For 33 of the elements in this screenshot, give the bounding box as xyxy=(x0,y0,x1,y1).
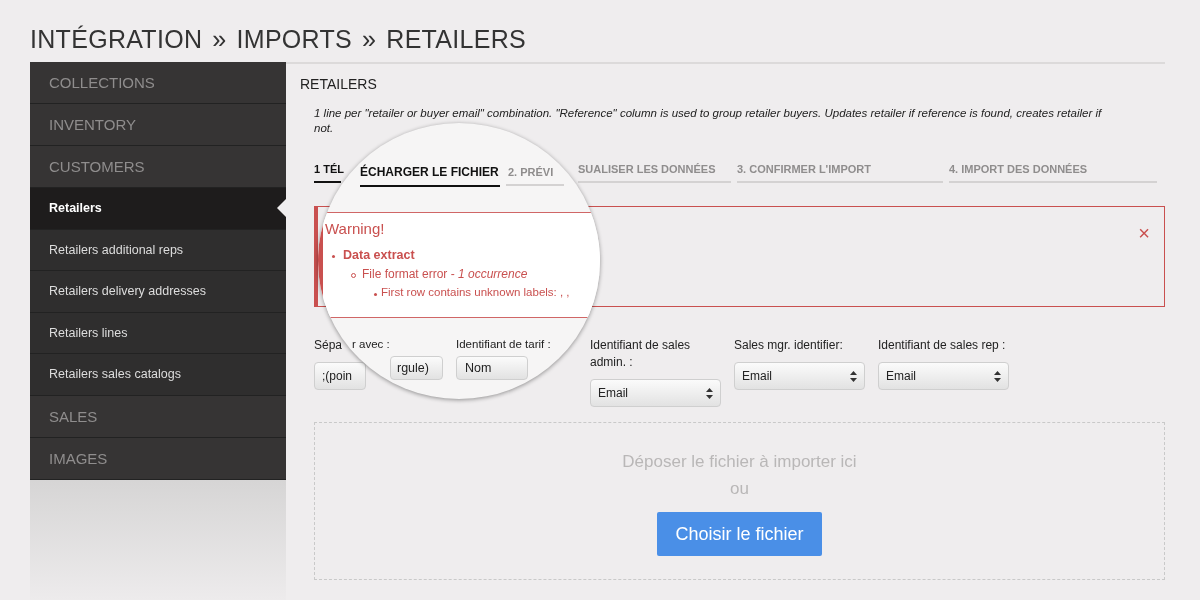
breadcrumb-item[interactable]: INTÉGRATION xyxy=(30,24,203,54)
breadcrumb-separator: » xyxy=(362,24,377,54)
select-field[interactable]: Email xyxy=(878,362,1009,390)
breadcrumb-item[interactable]: RETAILERS xyxy=(386,24,527,54)
description-text: 1 line per "retailer or buyer email" combination. "Reference" column is used to group retailer buyers. Updates retailer if reference is found, creates retailer if not. xyxy=(314,106,1103,136)
select-field[interactable]: ;(poin xyxy=(314,362,366,390)
up-down-arrows-icon xyxy=(850,370,857,382)
breadcrumb-separator: » xyxy=(212,24,227,54)
select-field[interactable]: Email xyxy=(590,379,721,407)
section-title: RETAILERS xyxy=(300,76,378,92)
warning-item: First row contains unknown labels: , , xyxy=(381,286,570,298)
warning-item: Data extract xyxy=(343,248,415,262)
sidebar-item[interactable]: Retailers delivery addresses xyxy=(30,271,286,313)
field-label: r avec : xyxy=(352,338,390,350)
breadcrumb-item[interactable]: IMPORTS xyxy=(236,24,353,54)
field-label: Sépa xyxy=(314,337,343,354)
warning-title: Warning! xyxy=(325,220,385,237)
select-field[interactable]: Nom xyxy=(456,356,528,380)
sidebar-item[interactable]: Retailers xyxy=(30,188,286,230)
field-label: Identifiant de sales admin. : xyxy=(590,337,692,371)
close-button[interactable]: × xyxy=(1138,223,1150,243)
field-label: Identifiant de sales rep : xyxy=(878,337,1006,354)
select-field[interactable]: Email xyxy=(734,362,865,390)
up-down-arrows-icon xyxy=(706,387,713,399)
field-label: Identifiant de tarif : xyxy=(456,338,551,350)
step-tab[interactable]: ÉCHARGER LE FICHIER xyxy=(360,165,500,187)
sidebar-item[interactable]: Retailers sales catalogs xyxy=(30,354,286,396)
sidebar-item[interactable]: Retailers lines xyxy=(30,312,286,354)
field-label: Sales mgr. identifier: xyxy=(734,337,843,354)
warning-item: File format error - 1 occurrence xyxy=(362,267,528,281)
up-down-arrows-icon xyxy=(994,370,1001,382)
select-field[interactable]: rgule) xyxy=(390,356,443,380)
sidebar-item[interactable]: Retailers additional reps xyxy=(30,229,286,271)
